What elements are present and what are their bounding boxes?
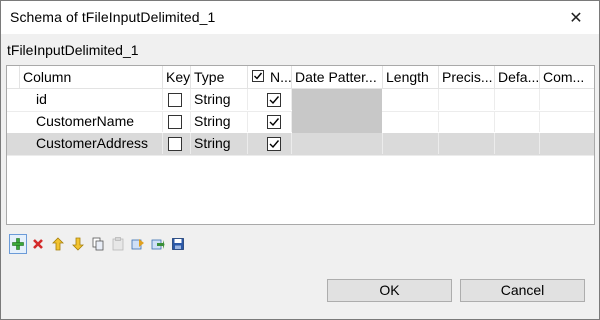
cell-column-name[interactable]: CustomerAddress [20, 133, 163, 154]
add-icon[interactable] [9, 234, 27, 254]
cell-key[interactable] [163, 133, 191, 154]
cell-type[interactable]: String [191, 89, 248, 110]
cell-length[interactable] [383, 89, 439, 110]
close-icon[interactable]: ✕ [553, 1, 599, 34]
table-row[interactable]: id String [7, 89, 594, 112]
table-header: Column Key Type N... Date Patter... Leng… [7, 66, 594, 89]
cell-precision[interactable] [439, 89, 495, 110]
header-column[interactable]: Column [20, 66, 163, 88]
cell-length[interactable] [383, 111, 439, 132]
nullable-checkbox[interactable] [267, 137, 281, 151]
header-date-pattern[interactable]: Date Patter... [292, 66, 383, 88]
remove-icon[interactable] [29, 234, 47, 254]
move-down-icon[interactable] [69, 234, 87, 254]
cell-length[interactable] [383, 133, 439, 154]
save-icon[interactable] [169, 234, 187, 254]
export-icon[interactable] [149, 234, 167, 254]
header-default[interactable]: Defa... [495, 66, 540, 88]
cell-type[interactable]: String [191, 111, 248, 132]
table-row[interactable]: CustomerName String [7, 111, 594, 134]
cell-nullable[interactable] [248, 111, 292, 132]
paste-icon[interactable] [109, 234, 127, 254]
cell-type[interactable]: String [191, 133, 248, 154]
header-length[interactable]: Length [383, 66, 439, 88]
move-up-icon[interactable] [49, 234, 67, 254]
cell-default[interactable] [495, 133, 540, 154]
cell-default[interactable] [495, 89, 540, 110]
cell-key[interactable] [163, 89, 191, 110]
header-key[interactable]: Key [163, 66, 191, 88]
cancel-button[interactable]: Cancel [460, 279, 585, 302]
cell-date-pattern[interactable] [292, 133, 383, 154]
cell-date-pattern [292, 111, 382, 133]
schema-dialog: Schema of tFileInputDelimited_1 ✕ tFileI… [0, 0, 600, 320]
window-title: Schema of tFileInputDelimited_1 [10, 9, 216, 25]
ok-button[interactable]: OK [327, 279, 452, 302]
cell-precision[interactable] [439, 111, 495, 132]
cell-comment[interactable] [540, 133, 594, 154]
cell-default[interactable] [495, 111, 540, 132]
cell-nullable[interactable] [248, 89, 292, 110]
header-precision[interactable]: Precis... [439, 66, 495, 88]
header-nullable-checkbox[interactable] [252, 70, 264, 82]
header-row-handle [7, 66, 20, 88]
key-checkbox[interactable] [168, 115, 182, 129]
header-type[interactable]: Type [191, 66, 248, 88]
cell-comment[interactable] [540, 89, 594, 110]
table-row-selected[interactable]: CustomerAddress String [7, 133, 594, 156]
header-comment[interactable]: Com... [540, 66, 594, 88]
header-nullable[interactable]: N... [248, 66, 292, 88]
cell-key[interactable] [163, 111, 191, 132]
cell-column-name[interactable]: id [20, 89, 163, 110]
key-checkbox[interactable] [168, 93, 182, 107]
nullable-checkbox[interactable] [267, 93, 281, 107]
nullable-checkbox[interactable] [267, 115, 281, 129]
schema-table: Column Key Type N... Date Patter... Leng… [6, 65, 595, 225]
component-name: tFileInputDelimited_1 [7, 42, 139, 58]
cell-column-name[interactable]: CustomerName [20, 111, 163, 132]
import-icon[interactable] [129, 234, 147, 254]
cell-comment[interactable] [540, 111, 594, 132]
cell-date-pattern [292, 89, 382, 111]
copy-icon[interactable] [89, 234, 107, 254]
header-nullable-label: N... [270, 69, 292, 85]
key-checkbox[interactable] [168, 137, 182, 151]
cell-nullable[interactable] [248, 133, 292, 154]
title-bar: Schema of tFileInputDelimited_1 ✕ [1, 1, 599, 34]
cell-precision[interactable] [439, 133, 495, 154]
schema-toolbar [9, 234, 187, 254]
